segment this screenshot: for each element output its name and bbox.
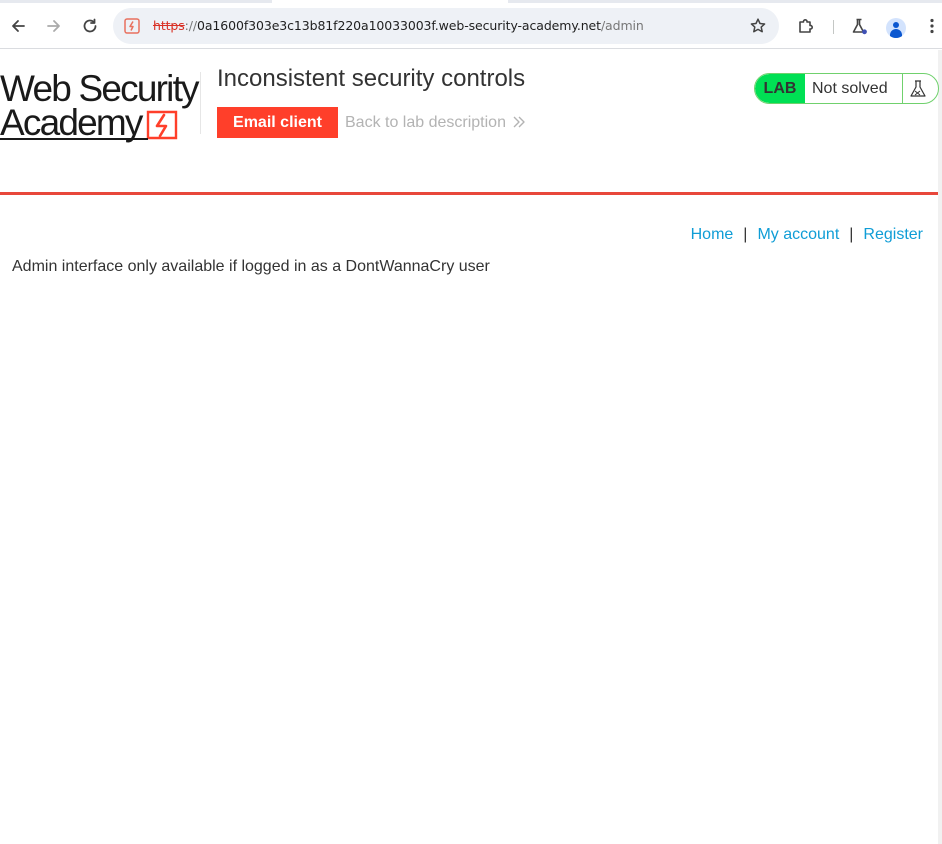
toolbar-divider — [833, 20, 834, 34]
header-rule — [0, 192, 938, 195]
nav-register-link[interactable]: Register — [863, 226, 923, 243]
double-chevron-right-icon[interactable] — [512, 114, 526, 130]
flask-status-icon — [910, 80, 926, 97]
browser-toolbar: https://0a1600f303e3c13b81f220a10033003f… — [0, 3, 942, 49]
back-to-lab-description-link[interactable]: Back to lab description — [345, 114, 506, 132]
flask-icon — [852, 18, 867, 35]
academy-logo[interactable]: Web Security Academy — [0, 70, 200, 144]
url-scheme: https — [153, 18, 185, 33]
lab-badge: LAB — [755, 74, 805, 103]
lab-status-widget: LAB Not solved — [754, 73, 939, 104]
puzzle-icon — [799, 19, 813, 33]
status-divider — [902, 74, 903, 103]
forward-button[interactable] — [40, 12, 68, 40]
lab-status-text: Not solved — [812, 79, 888, 97]
reload-button[interactable] — [76, 12, 104, 40]
url-text: https://0a1600f303e3c13b81f220a10033003f… — [153, 18, 644, 33]
lightning-logo-icon — [146, 110, 178, 140]
nav-my-account-link[interactable]: My account — [757, 226, 839, 243]
url-host: 0a1600f303e3c13b81f220a10033003f.web-sec… — [197, 18, 601, 33]
logo-line-2: Academy — [0, 102, 143, 143]
nav-separator: | — [849, 226, 854, 243]
kebab-menu-icon — [930, 18, 934, 34]
avatar-icon[interactable] — [886, 18, 906, 38]
admin-restriction-message: Admin interface only available if logged… — [12, 258, 490, 275]
nav-home-link[interactable]: Home — [691, 226, 734, 243]
page-scrollbar[interactable] — [938, 50, 942, 844]
top-nav: Home | My account | Register — [691, 226, 923, 244]
url-separator: :// — [184, 18, 198, 33]
extensions-button[interactable] — [792, 12, 820, 40]
menu-button[interactable] — [918, 12, 942, 40]
reload-icon — [83, 18, 97, 33]
header-divider — [200, 72, 201, 134]
nav-separator: | — [743, 226, 748, 243]
email-client-button[interactable]: Email client — [217, 107, 338, 138]
address-bar[interactable]: https://0a1600f303e3c13b81f220a10033003f… — [113, 8, 779, 44]
arrow-left-icon — [12, 20, 25, 32]
star-icon[interactable] — [749, 17, 767, 35]
lab-title: Inconsistent security controls — [217, 65, 526, 92]
url-path: /admin — [600, 18, 644, 33]
labs-button[interactable] — [845, 12, 873, 40]
logo-underline — [0, 138, 148, 140]
arrow-right-icon — [47, 20, 60, 32]
back-button[interactable] — [4, 12, 32, 40]
lightning-site-icon — [124, 18, 140, 34]
